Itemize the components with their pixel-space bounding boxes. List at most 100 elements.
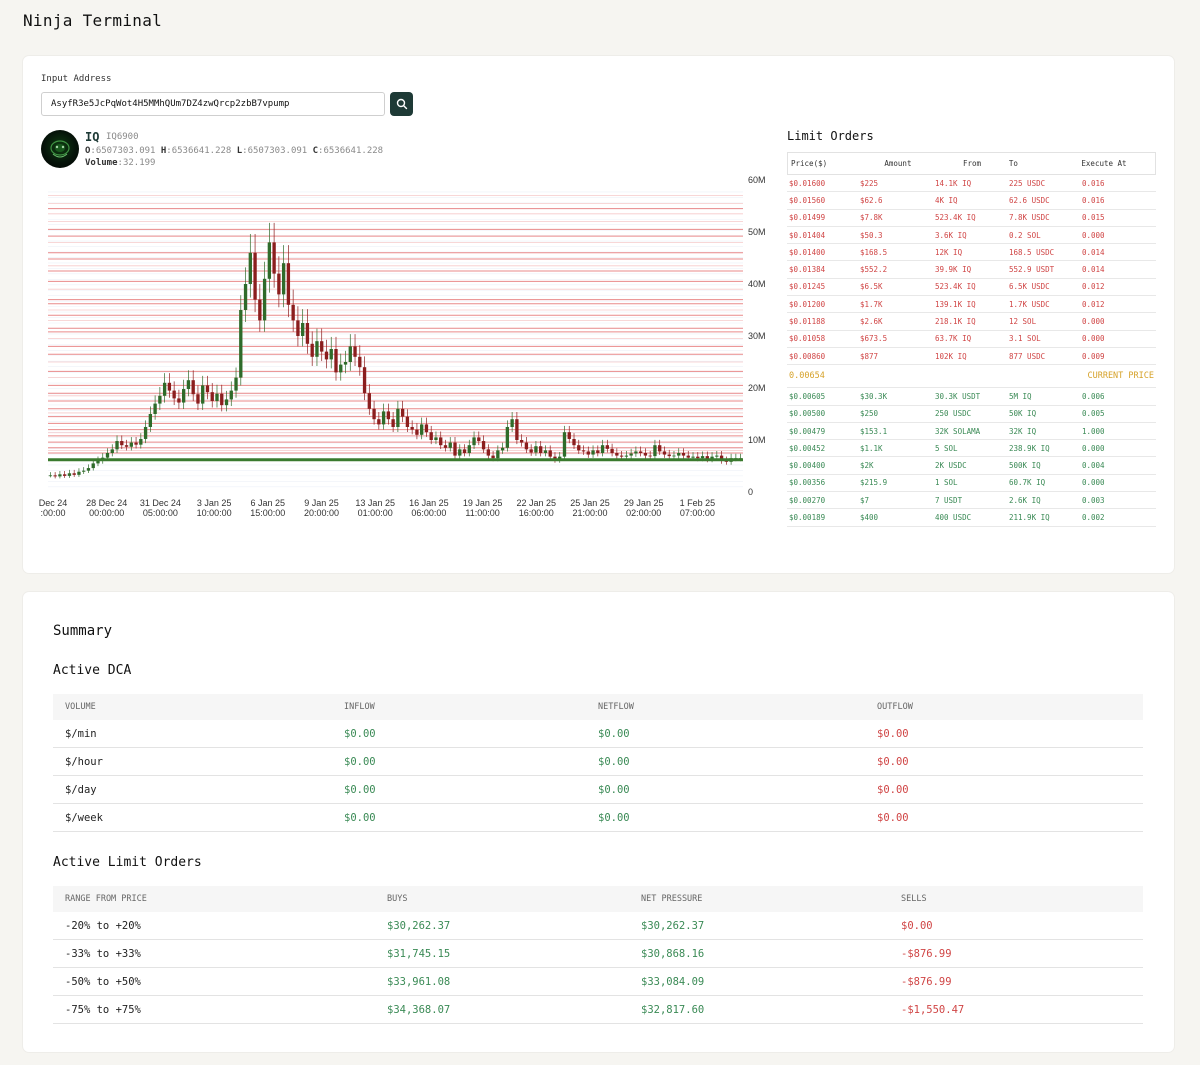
candle-body [715,455,719,457]
sell-order-row[interactable]: $0.01499 $7.8K 523.4K IQ 7.8K USDC 0.015 [787,210,1156,227]
table-cell: $0.00 [598,755,630,768]
buy-order-row[interactable]: $0.00500 $250 250 USDC 50K IQ 0.005 [787,406,1156,423]
candle-body [153,403,157,414]
candle-body [453,442,457,456]
candle-body [67,473,72,476]
candle-body [162,382,167,396]
candle-body [510,419,514,427]
summary-title: Summary [53,623,113,639]
order-cell: 500K IQ [1009,461,1041,471]
sell-order-row[interactable]: $0.01245 $6.5K 523.4K IQ 6.5K USDC 0.012 [787,279,1156,297]
token-symbol: IQ [85,130,100,144]
y-tick-label: 40M [748,279,766,289]
candle-body [201,385,205,404]
buy-order-row[interactable]: $0.00356 $215.9 1 SOL 60.7K IQ 0.000 [787,475,1156,493]
x-tick-date: 3 Jan 25 [197,498,232,508]
order-cell: $1.1K [860,443,883,453]
buy-order-row[interactable]: $0.00479 $153.1 32K SOLAMA 32K IQ 1.000 [787,423,1156,441]
x-tick-time: 20:00:00 [304,508,339,518]
candle-body [491,455,495,459]
order-cell: 1 SOL [935,478,958,488]
table-row: -20% to +20% $30,262.37 $30,262.37 $0.00 [53,912,1143,940]
order-cell: $168.5 [860,247,888,257]
candle-body [234,377,238,391]
x-tick-time: :00:00 [40,508,65,518]
order-cell: 225 USDC [1009,178,1046,188]
y-tick-label: 60M [748,175,766,185]
order-cell: 139.1K IQ [935,299,976,309]
x-tick-date: Dec 24 [39,498,68,508]
candle-body [310,343,314,357]
table-cell: $30,262.37 [387,919,451,932]
order-cell: $153.1 [860,426,888,436]
candle-body [424,424,429,433]
order-cell: $215.9 [860,478,888,488]
y-tick-label: 50M [748,227,766,237]
sell-order-row[interactable]: $0.01400 $168.5 12K IQ 168.5 USDC 0.014 [787,244,1156,262]
candle-body [139,438,143,445]
x-tick-date: 25 Jan 25 [570,498,610,508]
candle-body [248,252,252,284]
candle-body [239,310,243,378]
token-panel: Input Address IQ IQ6900 O:6507303.091 H:… [23,56,1174,573]
candle-body [581,450,586,452]
candle-body [229,390,233,400]
order-cell: $0.01600 [789,178,826,188]
sell-order-row[interactable]: $0.01600 $225 14.1K IQ 225 USDC 0.016 [787,175,1156,193]
candle-body [615,453,619,456]
sell-order-row[interactable]: $0.01188 $2.6K 218.1K IQ 12 SOL 0.000 [787,313,1156,331]
address-input[interactable] [41,92,385,116]
buy-order-row[interactable]: $0.00452 $1.1K 5 SOL 238.9K IQ 0.000 [787,440,1156,458]
price-chart[interactable]: 60M 50M 40M 30M 20M 10M 0 Dec 24:00:00 28 Dec 24… [23,174,783,524]
order-cell: 32K SOLAMA [935,426,981,436]
order-cell: $2K [860,461,874,471]
order-cell: 62.6 USDC [1009,195,1050,205]
table-cell: -$876.99 [901,975,952,988]
x-tick-date: 9 Jan 25 [304,498,339,508]
candle-body [86,468,91,471]
buy-order-row[interactable]: $0.00605 $30.3K 30.3K USDT 5M IQ 0.006 [787,388,1156,406]
table-cell: $0.00 [344,811,376,824]
sell-order-row[interactable]: $0.01560 $62.6 4K IQ 62.6 USDC 0.016 [787,192,1156,210]
sell-order-row[interactable]: $0.01058 $673.5 63.7K IQ 3.1 SOL 0.000 [787,331,1156,348]
candle-body [696,456,700,459]
buy-order-row[interactable]: $0.00400 $2K 2K USDC 500K IQ 0.004 [787,457,1156,475]
buy-order-row[interactable]: $0.00270 $7 7 USDT 2.6K IQ 0.003 [787,492,1156,510]
candle-body [658,445,662,452]
order-cell: 102K IQ [935,351,967,361]
x-tick-date: 16 Jan 25 [409,498,449,508]
x-tick-time: 21:00:00 [572,508,607,518]
order-cell: 2K USDC [935,461,967,471]
order-cell: 523.4K IQ [935,282,976,292]
order-cell: $0.00500 [789,409,826,419]
candle-body [391,419,395,427]
table-cell: -75% to +75% [65,1003,141,1016]
order-cell: 523.4K IQ [935,213,976,223]
candle-body [205,385,210,393]
candle-body [610,448,614,453]
order-cell: 3.1 SOL [1009,334,1041,344]
sell-order-row[interactable]: $0.00860 $877 102K IQ 877 USDC 0.009 [787,348,1156,366]
table-cell: $33,084.09 [641,975,705,988]
candle-body [605,445,609,449]
sell-order-row[interactable]: $0.01200 $1.7K 139.1K IQ 1.7K USDC 0.012 [787,296,1156,314]
order-cell: 0.009 [1082,351,1105,361]
candle-body [182,389,186,403]
table-cell: $0.00 [877,727,909,740]
table-cell: $0.00 [344,755,376,768]
table-row: $/min $0.00 $0.00 $0.00 [53,720,1143,748]
order-cell: $0.00479 [789,426,826,436]
candle-body [500,447,505,451]
order-cell: 0.000 [1082,230,1105,240]
search-button[interactable] [390,92,413,116]
ohlc-readout: O:6507303.091 H:6536641.228 L:6507303.09… [85,146,384,156]
order-cell: $7 [860,495,870,505]
candle-body [215,393,219,401]
sell-order-row[interactable]: $0.01384 $552.2 39.9K IQ 552.9 USDT 0.014 [787,261,1156,279]
order-cell: 6.5K USDC [1009,282,1050,292]
order-cell: $1.7K [860,299,883,309]
table-cell: $30,262.37 [641,919,705,932]
buy-order-row[interactable]: $0.00189 $400 400 USDC 211.9K IQ 0.002 [787,509,1156,527]
sell-order-row[interactable]: $0.01404 $50.3 3.6K IQ 0.2 SOL 0.000 [787,227,1156,245]
candle-body [196,394,200,404]
